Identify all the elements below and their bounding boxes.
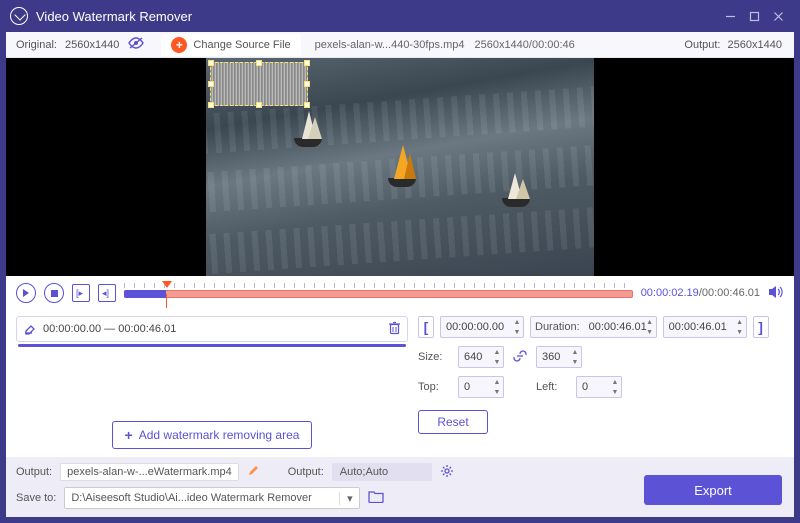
spin-down[interactable]: ▼ <box>491 357 503 367</box>
export-button[interactable]: Export <box>644 475 782 505</box>
resize-handle[interactable] <box>208 102 214 108</box>
playback-bar: [▸ ◂] 00:00:02.19/00:00:46.01 <box>6 276 794 310</box>
resize-handle[interactable] <box>256 102 262 108</box>
chevron-down-icon[interactable]: ▾ <box>339 492 359 505</box>
spin-up[interactable]: ▲ <box>491 347 503 357</box>
watermark-selection-box[interactable] <box>210 62 308 106</box>
change-source-button[interactable]: + Change Source File <box>161 34 300 56</box>
left-input[interactable]: 0▲▼ <box>576 376 622 398</box>
spin-down[interactable]: ▼ <box>569 357 581 367</box>
segment-timeline-bar <box>18 344 406 347</box>
top-input[interactable]: 0▲▼ <box>458 376 504 398</box>
spin-down[interactable]: ▼ <box>734 327 746 337</box>
current-time: 00:00:02.19 <box>641 287 699 299</box>
save-to-label: Save to: <box>16 492 56 504</box>
resize-handle[interactable] <box>304 102 310 108</box>
output-format-label: Output: <box>288 466 324 478</box>
svg-text:◂]: ◂] <box>102 288 109 298</box>
spin-up[interactable]: ▲ <box>491 377 503 387</box>
original-label: Original: <box>16 39 57 51</box>
video-preview[interactable] <box>6 58 794 276</box>
set-out-point-button[interactable]: ] <box>753 316 769 338</box>
size-label: Size: <box>418 351 452 363</box>
height-input[interactable]: 360▲▼ <box>536 346 582 368</box>
output-name-label: Output: <box>16 466 52 478</box>
spin-down[interactable]: ▼ <box>644 327 656 337</box>
source-meta: 2560x1440/00:00:46 <box>474 39 574 51</box>
save-path-dropdown[interactable]: D:\Aiseesoft Studio\Ai...ideo Watermark … <box>64 487 360 509</box>
original-resolution-group: Original: 2560x1440 <box>6 36 155 53</box>
resize-handle[interactable] <box>208 81 214 87</box>
playhead[interactable] <box>162 281 172 288</box>
top-label: Top: <box>418 381 452 393</box>
app-title: Video Watermark Remover <box>36 9 718 24</box>
open-folder-icon[interactable] <box>368 490 384 506</box>
maximize-button[interactable] <box>742 4 766 28</box>
output-format: Auto;Auto <box>332 463 432 481</box>
resize-handle[interactable] <box>256 60 262 66</box>
video-frame <box>206 58 594 276</box>
plus-icon: + <box>171 37 187 53</box>
resize-handle[interactable] <box>304 81 310 87</box>
time-display: 00:00:02.19/00:00:46.01 <box>641 287 760 299</box>
output-label: Output: <box>684 39 720 51</box>
volume-icon[interactable] <box>768 285 784 302</box>
source-filename: pexels-alan-w...440-30fps.mp4 <box>315 39 465 51</box>
svg-text:[▸: [▸ <box>76 288 84 298</box>
set-start-button[interactable]: [▸ <box>72 284 90 302</box>
spin-down[interactable]: ▼ <box>491 387 503 397</box>
stop-button[interactable] <box>44 283 64 303</box>
eraser-icon <box>23 321 37 338</box>
info-bar: Original: 2560x1440 + Change Source File… <box>6 32 794 58</box>
minimize-button[interactable] <box>718 4 742 28</box>
original-resolution: 2560x1440 <box>65 39 119 51</box>
start-time-input[interactable]: 00:00:00.00▲▼ <box>440 316 524 338</box>
add-area-label: Add watermark removing area <box>139 428 300 442</box>
app-logo-icon <box>10 7 28 25</box>
edit-filename-icon[interactable] <box>247 464 260 480</box>
save-path: D:\Aiseesoft Studio\Ai...ideo Watermark … <box>65 492 339 504</box>
reset-button[interactable]: Reset <box>418 410 488 434</box>
resize-handle[interactable] <box>304 60 310 66</box>
resize-handle[interactable] <box>208 60 214 66</box>
delete-segment-icon[interactable] <box>388 321 401 338</box>
output-resolution: 2560x1440 <box>728 39 782 51</box>
output-filename: pexels-alan-w-...eWatermark.mp4 <box>60 463 239 481</box>
end-time-input[interactable]: 00:00:46.01▲▼ <box>663 316 747 338</box>
total-time: 00:00:46.01 <box>702 287 760 299</box>
segment-item[interactable]: 00:00:00.00 — 00:00:46.01 <box>16 316 408 342</box>
spin-up[interactable]: ▲ <box>511 317 523 327</box>
close-button[interactable] <box>766 4 790 28</box>
duration-input[interactable]: Duration:00:00:46.01▲▼ <box>530 316 657 338</box>
visibility-toggle-icon[interactable] <box>127 36 145 53</box>
aspect-lock-icon[interactable] <box>513 350 527 365</box>
output-settings-icon[interactable] <box>440 464 454 481</box>
properties-panel: [ 00:00:00.00▲▼ Duration:00:00:46.01▲▼ 0… <box>418 316 784 453</box>
spin-down[interactable]: ▼ <box>511 327 523 337</box>
segments-panel: 00:00:00.00 — 00:00:46.01 + Add watermar… <box>16 316 408 453</box>
spin-up[interactable]: ▲ <box>644 317 656 327</box>
output-resolution-group: Output: 2560x1440 <box>672 39 794 51</box>
bottom-bar: Output: pexels-alan-w-...eWatermark.mp4 … <box>6 457 794 517</box>
spin-up[interactable]: ▲ <box>569 347 581 357</box>
spin-up[interactable]: ▲ <box>609 377 621 387</box>
plus-icon: + <box>125 427 133 443</box>
content-area: Original: 2560x1440 + Change Source File… <box>6 32 794 517</box>
add-watermark-area-button[interactable]: + Add watermark removing area <box>112 421 312 449</box>
change-source-label: Change Source File <box>193 39 290 51</box>
play-button[interactable] <box>16 283 36 303</box>
set-end-button[interactable]: ◂] <box>98 284 116 302</box>
left-label: Left: <box>536 381 570 393</box>
set-in-point-button[interactable]: [ <box>418 316 434 338</box>
panels: 00:00:00.00 — 00:00:46.01 + Add watermar… <box>6 310 794 457</box>
spin-down[interactable]: ▼ <box>609 387 621 397</box>
spin-up[interactable]: ▲ <box>734 317 746 327</box>
width-input[interactable]: 640▲▼ <box>458 346 504 368</box>
titlebar: Video Watermark Remover <box>0 0 800 32</box>
timeline[interactable] <box>124 285 633 301</box>
segment-range: 00:00:00.00 — 00:00:46.01 <box>43 323 176 335</box>
